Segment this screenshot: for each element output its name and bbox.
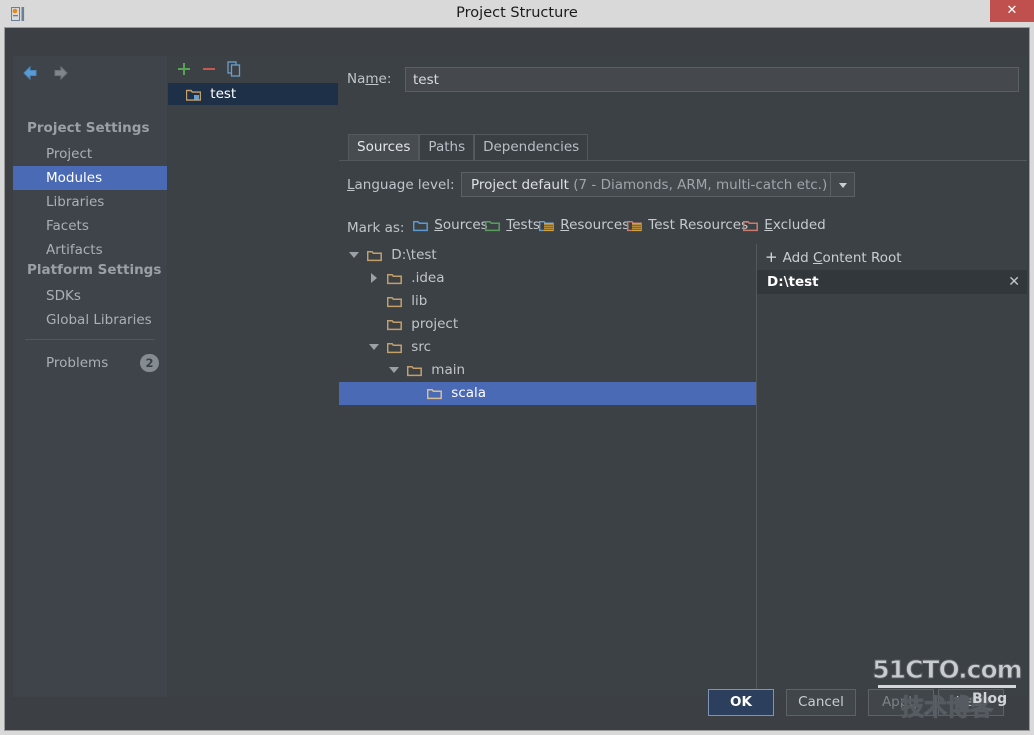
plus-icon: + — [765, 248, 778, 266]
tree-row-label: scala — [451, 385, 487, 401]
module-name-input[interactable] — [405, 67, 1019, 92]
mark-as-excluded-button[interactable]: Excluded — [742, 217, 826, 237]
apply-button[interactable]: Apply — [868, 689, 934, 716]
content-roots-panel: + Add Content Root D:\test ✕ — [757, 244, 1027, 697]
folder-icon — [426, 388, 446, 404]
back-arrow-icon[interactable] — [19, 62, 43, 84]
tree-toggle-collapsed-icon[interactable] — [367, 267, 381, 290]
tree-row-label-wrap: scala — [426, 382, 487, 408]
sidebar-group-platform-settings: Platform Settings — [27, 262, 162, 278]
tree-row[interactable]: project — [339, 313, 756, 336]
tree-row[interactable]: src — [339, 336, 756, 359]
tree-row-label: .idea — [411, 270, 445, 286]
sidebar-item-problems[interactable]: Problems 2 — [13, 351, 167, 375]
ok-button[interactable]: OK — [708, 689, 774, 716]
tab-underline — [339, 160, 1027, 161]
module-list-item[interactable]: test — [168, 83, 338, 105]
folder-icon — [386, 273, 406, 289]
mark-as-tests-button[interactable]: Tests — [484, 217, 540, 237]
name-label: Name: — [347, 71, 392, 87]
tree-row-label: D:\test — [391, 247, 437, 263]
help-button[interactable]: Help — [938, 689, 1004, 716]
folder-excluded-icon — [742, 220, 762, 236]
language-level-combobox[interactable]: Project default (7 - Diamonds, ARM, mult… — [461, 172, 855, 197]
folder-sources-icon — [412, 220, 432, 236]
folder-icon — [366, 250, 386, 266]
tree-row-label: lib — [411, 293, 428, 309]
tree-row-label: src — [411, 339, 432, 355]
tree-toggle-expanded-icon[interactable] — [387, 359, 401, 382]
problems-count-badge: 2 — [140, 354, 159, 372]
chevron-down-icon[interactable] — [830, 173, 854, 196]
sidebar-group-project-settings: Project Settings — [27, 120, 150, 136]
mark-as-resources-button[interactable]: Resources — [538, 217, 629, 237]
forward-arrow-icon — [48, 62, 72, 84]
cancel-button[interactable]: Cancel — [786, 689, 856, 716]
tree-row[interactable]: .idea — [339, 267, 756, 290]
add-content-root-label: Add Content Root — [782, 250, 902, 266]
folder-resources-icon — [538, 220, 558, 236]
sidebar-item-modules[interactable]: Modules — [13, 166, 167, 190]
modules-toolbar — [168, 56, 338, 81]
folder-icon — [386, 296, 406, 312]
tree-row[interactable]: lib — [339, 290, 756, 313]
folder-icon — [386, 319, 406, 335]
dialog-footer: OK Cancel Apply Help — [4, 676, 1030, 731]
module-list-item-label: test — [210, 86, 237, 102]
window-title: Project Structure — [456, 5, 578, 21]
mark-as-test-resources-button[interactable]: Test Resources — [626, 217, 748, 237]
folder-icon — [406, 365, 426, 381]
sidebar-item-facets[interactable]: Facets — [13, 214, 167, 238]
language-level-value: Project default (7 - Diamonds, ARM, mult… — [471, 177, 828, 193]
title-bar: Project Structure ✕ — [0, 0, 1034, 27]
language-level-label: Language level: — [347, 177, 455, 193]
sidebar-item-libraries[interactable]: Libraries — [13, 190, 167, 214]
sidebar-item-sdks[interactable]: SDKs — [13, 284, 167, 308]
folder-icon — [386, 342, 406, 358]
module-folder-icon — [185, 89, 205, 105]
tree-row[interactable]: main — [339, 359, 756, 382]
tree-row-label: main — [431, 362, 466, 378]
module-detail-panel: Name: Sources Paths Dependencies Languag… — [339, 56, 1027, 697]
project-structure-dialog: Project Structure ✕ Project Settings Pro… — [0, 0, 1034, 735]
add-module-button[interactable] — [174, 59, 194, 79]
tree-row[interactable]: scala — [339, 382, 756, 405]
tab-dependencies[interactable]: Dependencies — [474, 134, 589, 160]
problems-label: Problems — [46, 355, 109, 371]
sidebar-item-global-libraries[interactable]: Global Libraries — [13, 308, 167, 332]
tree-row-label: project — [411, 316, 459, 332]
content-root-item[interactable]: D:\test ✕ — [757, 270, 1027, 294]
detail-tabs: Sources Paths Dependencies — [348, 134, 589, 160]
mark-as-label: Mark as: — [347, 220, 405, 236]
window-close-button[interactable]: ✕ — [990, 0, 1034, 22]
tree-row[interactable]: D:\test — [339, 244, 756, 267]
sidebar-divider — [25, 339, 155, 340]
content-root-path: D:\test — [767, 274, 819, 290]
folder-test-resources-icon — [626, 220, 646, 236]
source-folders-tree: D:\test .idea lib project src main scala — [339, 244, 756, 697]
close-icon: ✕ — [1006, 3, 1018, 18]
sidebar-item-artifacts[interactable]: Artifacts — [13, 238, 167, 262]
add-content-root-button[interactable]: + Add Content Root — [757, 244, 1027, 270]
copy-module-button[interactable] — [224, 59, 244, 79]
settings-sidebar: Project Settings Project Modules Librari… — [13, 56, 167, 697]
folder-tests-icon — [484, 220, 504, 236]
dialog-body: Project Settings Project Modules Librari… — [4, 27, 1030, 731]
tree-toggle-expanded-icon[interactable] — [367, 336, 381, 359]
navigation-arrows — [19, 62, 72, 84]
mark-as-sources-button[interactable]: Sources — [412, 217, 488, 237]
modules-list-panel: test — [168, 56, 338, 697]
tab-paths[interactable]: Paths — [419, 134, 475, 160]
close-icon[interactable]: ✕ — [1008, 270, 1020, 294]
remove-module-button[interactable] — [199, 59, 219, 79]
sidebar-item-project[interactable]: Project — [13, 142, 167, 166]
tree-toggle-expanded-icon[interactable] — [347, 244, 361, 267]
tab-sources[interactable]: Sources — [348, 134, 420, 160]
